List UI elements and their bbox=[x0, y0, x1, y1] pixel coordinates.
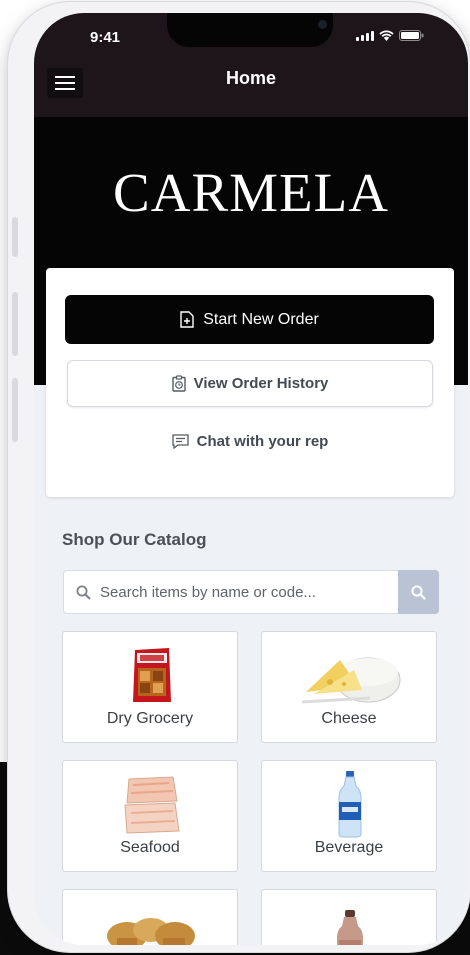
category-label: Cheese bbox=[321, 710, 377, 727]
chat-icon bbox=[172, 434, 189, 449]
category-label: Seafood bbox=[120, 839, 180, 856]
catalog-title: Shop Our Catalog bbox=[62, 530, 207, 549]
status-time: 9:41 bbox=[90, 29, 121, 46]
app-screen: 9:41 Home CARMELA Start New Order View O… bbox=[34, 13, 468, 945]
seafood-image bbox=[124, 776, 180, 834]
clipboard-clock-icon bbox=[171, 375, 186, 392]
view-order-history-button[interactable]: View Order History bbox=[67, 360, 433, 407]
chat-with-rep-link[interactable]: Chat with your rep bbox=[46, 433, 454, 450]
category-tile-seafood[interactable]: Seafood bbox=[62, 760, 238, 872]
category-label: Dry Grocery bbox=[106, 710, 194, 727]
phone-frame: 9:41 Home CARMELA Start New Order View O… bbox=[8, 2, 470, 952]
beverage-image bbox=[338, 771, 362, 838]
mute-switch bbox=[12, 217, 18, 257]
category-label: Beverage bbox=[314, 839, 384, 856]
brand-logo: CARMELA bbox=[113, 162, 389, 223]
category-tile-crackers[interactable] bbox=[62, 889, 238, 945]
category-tile-bottle[interactable] bbox=[261, 889, 437, 945]
page-title: Home bbox=[225, 68, 276, 88]
signal-icon bbox=[356, 31, 374, 41]
battery-icon bbox=[399, 30, 424, 41]
category-tile-dry-grocery[interactable]: Dry Grocery bbox=[62, 631, 238, 743]
cheese-image bbox=[301, 657, 401, 704]
start-new-order-button[interactable]: Start New Order bbox=[65, 295, 434, 344]
catalog-search bbox=[63, 570, 439, 614]
volume-down-button bbox=[12, 378, 18, 442]
view-order-history-label: View Order History bbox=[193, 375, 329, 392]
search-field bbox=[63, 570, 398, 614]
new-document-icon bbox=[180, 311, 194, 328]
search-button[interactable] bbox=[398, 570, 439, 614]
dry-grocery-image bbox=[133, 648, 171, 702]
quick-actions-card: Start New Order View Order History Chat … bbox=[46, 268, 454, 497]
crackers-image bbox=[107, 918, 195, 945]
volume-up-button bbox=[12, 292, 18, 356]
category-tile-cheese[interactable]: Cheese bbox=[261, 631, 437, 743]
notch bbox=[167, 13, 333, 47]
status-icons bbox=[356, 30, 424, 41]
category-tile-beverage[interactable]: Beverage bbox=[261, 760, 437, 872]
search-icon bbox=[411, 584, 426, 600]
camera-icon bbox=[318, 20, 327, 29]
wifi-icon bbox=[379, 30, 394, 41]
search-input[interactable] bbox=[100, 583, 390, 601]
chat-with-rep-label: Chat with your rep bbox=[196, 433, 329, 450]
start-new-order-label: Start New Order bbox=[203, 310, 319, 328]
bottle-image bbox=[337, 910, 363, 945]
search-icon bbox=[76, 585, 91, 599]
